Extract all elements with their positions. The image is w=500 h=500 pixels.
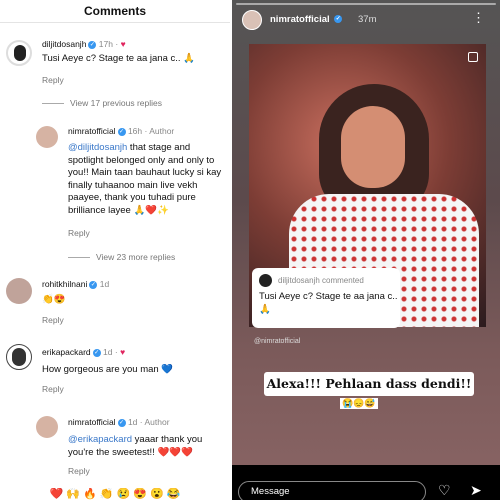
card-comment-text: Tusi Aeye c? Stage te aa jana c.. 🙏	[259, 291, 398, 315]
comment-time: 1d · Author	[127, 417, 170, 427]
verified-icon: ✓	[89, 280, 98, 289]
shared-comment-card[interactable]: diljitdosanjh commented Tusi Aeye c? Sta…	[252, 268, 400, 328]
heart-icon[interactable]: ♡	[438, 482, 451, 499]
comment-text: @erikapackard yaaar thank you you're the…	[68, 434, 203, 458]
verified-icon: ✓	[117, 127, 126, 136]
comment-time: 16h · Author	[127, 126, 175, 136]
comment-time: 17h	[98, 39, 113, 49]
avatar[interactable]	[36, 126, 58, 148]
verified-icon: ✓	[334, 15, 343, 24]
comment-text: 👏😍	[42, 294, 66, 305]
avatar[interactable]	[36, 416, 58, 438]
comment-username[interactable]: diljitdosanjh	[42, 39, 86, 49]
comment-username[interactable]: erikapackard	[42, 347, 91, 357]
comment-text: How gorgeous are you man 💙	[42, 364, 174, 375]
author-liked-heart-icon: ♥	[120, 39, 126, 49]
comment-header: nimratofficial ✓ 16h · Author	[68, 126, 174, 136]
reply-button[interactable]: Reply	[42, 315, 64, 325]
story-viewer: nimratofficial ✓ 37m ⋮ diljitdosanjh com…	[232, 0, 500, 500]
emoji-reaction-bar[interactable]: ❤️ 🙌 🔥 👏 😢 😍 😮 😂	[0, 488, 230, 500]
mention-link[interactable]: @erikapackard	[68, 434, 132, 445]
story-watermark: @nimratofficial	[254, 338, 301, 345]
message-input[interactable]: Message	[238, 481, 426, 500]
comment-username[interactable]: nimratofficial	[68, 417, 116, 427]
reply-button[interactable]: Reply	[42, 384, 64, 394]
mention-link[interactable]: @diljitdosanjh	[68, 142, 127, 153]
avatar	[259, 274, 272, 287]
view-previous-replies[interactable]: View 17 previous replies	[42, 98, 162, 108]
card-username: diljitdosanjh commented	[278, 276, 364, 285]
author-liked-heart-icon: ♥	[120, 347, 126, 357]
reply-button[interactable]: Reply	[42, 75, 64, 85]
comment-header: erikapackard ✓ 1d · ♥	[42, 347, 126, 357]
header-divider	[0, 22, 230, 23]
reply-button[interactable]: Reply	[68, 228, 90, 238]
avatar[interactable]	[6, 40, 32, 66]
more-dots-icon[interactable]: ⋮	[472, 10, 485, 26]
comment-header: diljitdosanjh ✓ 17h · ♥	[42, 39, 126, 49]
comment-header: nimratofficial ✓ 1d · Author	[68, 417, 170, 427]
comment-time: 1d	[103, 347, 113, 357]
comment-time: 1d	[99, 279, 110, 289]
comment-header: rohitkhilnani ✓ 1d	[42, 279, 109, 289]
story-time: 37m	[358, 14, 377, 25]
verified-icon: ✓	[92, 348, 101, 357]
avatar[interactable]	[6, 278, 32, 304]
view-more-replies[interactable]: View 23 more replies	[68, 252, 175, 262]
emoji-sticker: 😭😞😅	[340, 398, 378, 409]
comment-username[interactable]: rohitkhilnani	[42, 279, 87, 289]
text-sticker: Alexa!!! Pehlaan dass dendi!!	[264, 372, 474, 396]
comments-panel: Comments diljitdosanjh ✓ 17h · ♥ Tusi Aey…	[0, 0, 230, 500]
comment-text: @diljitdosanjh that stage and spotlight …	[68, 142, 222, 216]
send-icon[interactable]: ➤	[470, 482, 482, 499]
story-username[interactable]: nimratofficial ✓	[270, 14, 343, 25]
verified-icon: ✓	[117, 418, 126, 427]
verified-icon: ✓	[88, 40, 97, 49]
story-avatar[interactable]	[242, 10, 262, 30]
comment-text: Tusi Aeye c? Stage te aa jana c.. 🙏	[42, 53, 196, 64]
comment-username[interactable]: nimratofficial	[68, 126, 116, 136]
reply-button[interactable]: Reply	[68, 466, 90, 476]
comments-title: Comments	[83, 4, 146, 18]
avatar[interactable]	[6, 344, 32, 370]
story-progress-bar	[236, 3, 496, 5]
multi-photo-icon	[468, 52, 478, 62]
